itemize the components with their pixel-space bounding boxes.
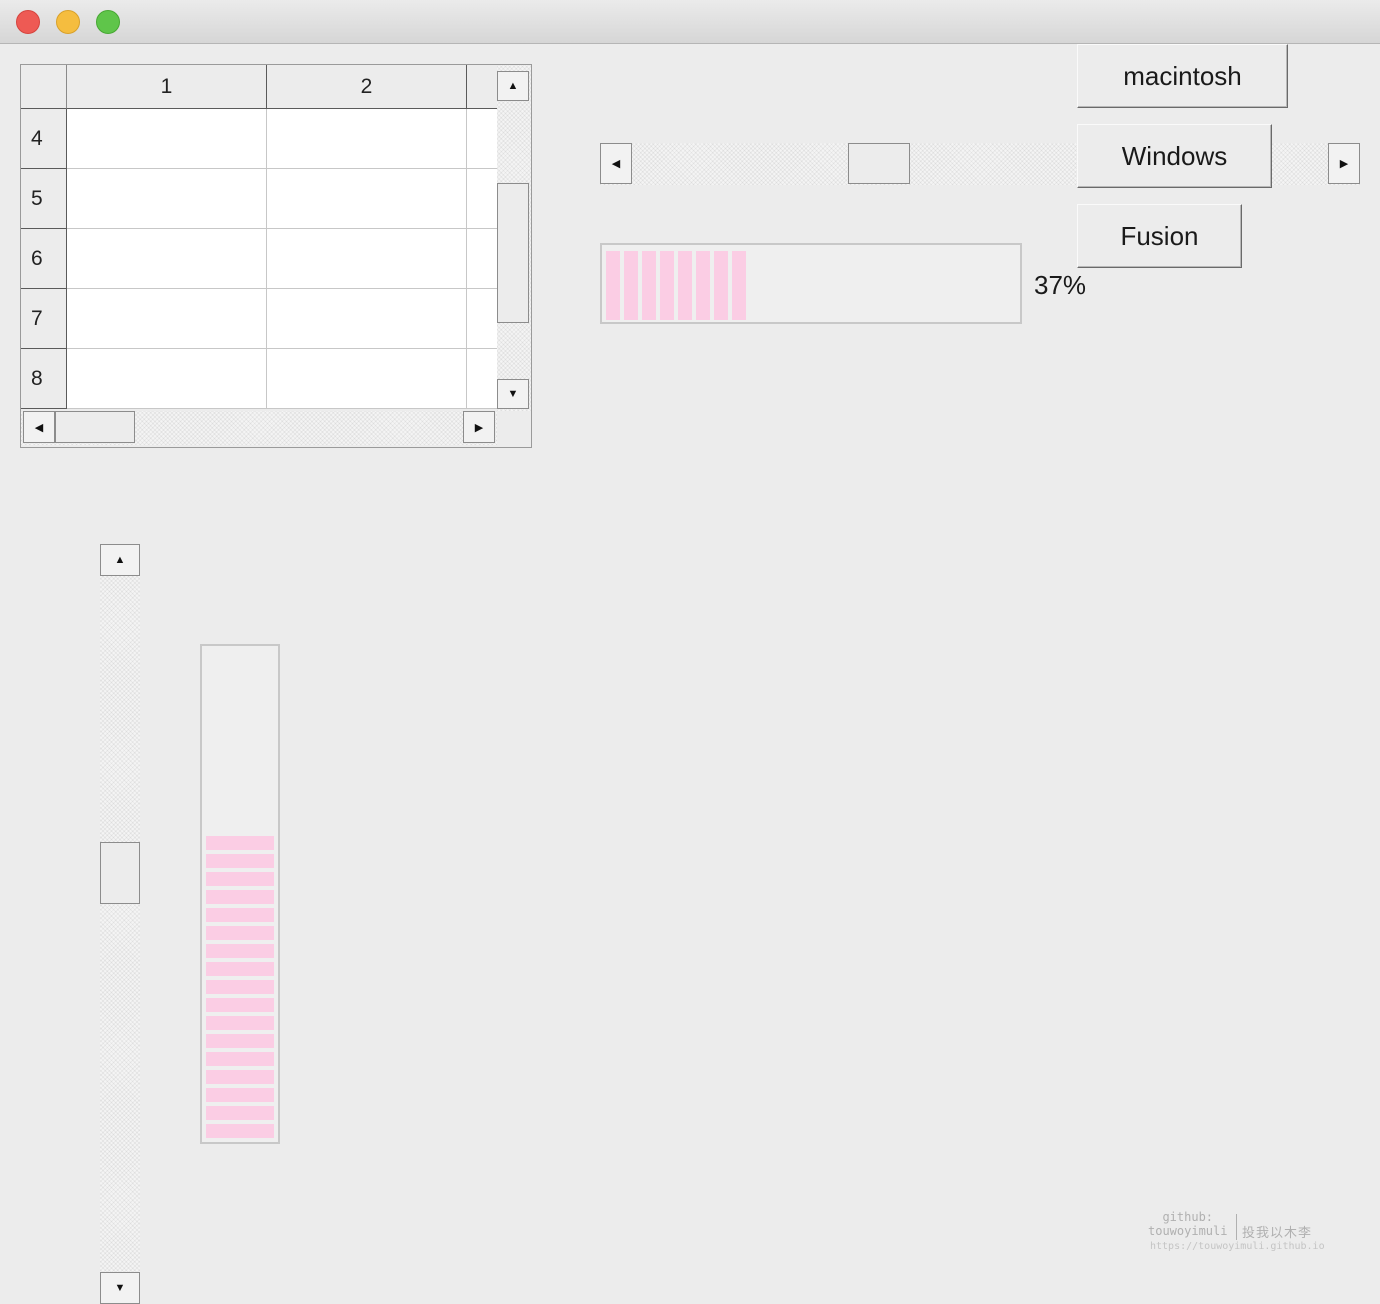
table-vertical-scroll-thumb[interactable] xyxy=(497,183,529,323)
watermark-line2: touwoyimuli xyxy=(1148,1224,1228,1238)
progress-chunk xyxy=(206,944,274,958)
progress-chunk xyxy=(696,251,710,320)
windows-style-button[interactable]: Windows xyxy=(1077,124,1272,188)
progress-chunk xyxy=(206,1070,274,1084)
progress-chunk xyxy=(206,908,274,922)
progress-chunk xyxy=(206,1016,274,1030)
window-titlebar xyxy=(0,0,1380,44)
table-cell[interactable] xyxy=(267,229,467,289)
progress-chunk xyxy=(206,890,274,904)
progress-chunk xyxy=(206,998,274,1012)
table-widget[interactable]: 1 2 4 5 6 7 8 ▲ ▼ ◀ ▶ xyxy=(20,64,532,448)
progress-chunk xyxy=(606,251,620,320)
macintosh-style-button[interactable]: macintosh xyxy=(1077,44,1288,108)
row-header-5[interactable]: 5 xyxy=(21,169,67,229)
vertical-scrollbar[interactable]: ▲ ▼ xyxy=(100,544,140,1304)
progress-chunk xyxy=(660,251,674,320)
scroll-right-arrow-icon[interactable]: ▶ xyxy=(463,411,495,443)
progress-chunk xyxy=(206,872,274,886)
progress-chunk xyxy=(732,251,746,320)
scroll-left-arrow-icon[interactable]: ◀ xyxy=(23,411,55,443)
progress-chunk xyxy=(206,1034,274,1048)
table-cell[interactable] xyxy=(67,109,267,169)
watermark-motto: 投我以木李 xyxy=(1242,1226,1313,1241)
table-cell[interactable] xyxy=(267,289,467,349)
scroll-up-arrow-icon[interactable]: ▲ xyxy=(100,544,140,576)
progress-chunk xyxy=(206,854,274,868)
row-header-8[interactable]: 8 xyxy=(21,349,67,409)
progress-percent-label: 37% xyxy=(1034,270,1087,300)
progress-chunk xyxy=(714,251,728,320)
horizontal-scroll-thumb[interactable] xyxy=(848,143,910,184)
table-horizontal-scrollbar[interactable]: ◀ ▶ xyxy=(21,411,497,445)
table-horizontal-scroll-thumb[interactable] xyxy=(55,411,135,443)
scroll-down-arrow-icon[interactable]: ▼ xyxy=(100,1272,140,1304)
column-header-2[interactable]: 2 xyxy=(267,65,467,109)
watermark-author: github: touwoyimuli xyxy=(1148,1210,1227,1238)
watermark: github: touwoyimuli 投我以木李 https://touwoy… xyxy=(1148,1210,1328,1260)
close-window-button[interactable] xyxy=(16,10,40,34)
progress-chunk xyxy=(642,251,656,320)
progress-chunk xyxy=(206,1124,274,1138)
progress-chunk xyxy=(206,926,274,940)
table-corner-button[interactable] xyxy=(21,65,67,109)
progress-chunk xyxy=(624,251,638,320)
progress-chunk xyxy=(206,962,274,976)
column-header-1[interactable]: 1 xyxy=(67,65,267,109)
table-cell[interactable] xyxy=(67,289,267,349)
row-header-4[interactable]: 4 xyxy=(21,109,67,169)
table-cell[interactable] xyxy=(67,349,267,409)
row-header-7[interactable]: 7 xyxy=(21,289,67,349)
progress-chunk xyxy=(206,836,274,850)
table-cell[interactable] xyxy=(67,169,267,229)
progress-chunk xyxy=(206,980,274,994)
progress-chunk xyxy=(678,251,692,320)
table-vertical-scrollbar[interactable]: ▲ ▼ xyxy=(497,65,531,411)
progress-chunk xyxy=(206,1106,274,1120)
progress-chunk xyxy=(206,1088,274,1102)
scroll-right-arrow-icon[interactable]: ▶ xyxy=(1328,143,1360,184)
maximize-window-button[interactable] xyxy=(96,10,120,34)
table-cell[interactable] xyxy=(267,349,467,409)
table-cell[interactable] xyxy=(67,229,267,289)
watermark-url: https://touwoyimuli.github.io xyxy=(1150,1241,1325,1252)
minimize-window-button[interactable] xyxy=(56,10,80,34)
vertical-progress-bar xyxy=(200,644,280,1144)
fusion-style-button[interactable]: Fusion xyxy=(1077,204,1242,268)
scroll-left-arrow-icon[interactable]: ◀ xyxy=(600,143,632,184)
progress-chunk xyxy=(206,1052,274,1066)
scroll-up-arrow-icon[interactable]: ▲ xyxy=(497,71,529,101)
watermark-divider xyxy=(1236,1214,1237,1240)
scroll-down-arrow-icon[interactable]: ▼ xyxy=(497,379,529,409)
table-cell[interactable] xyxy=(267,109,467,169)
table-cell[interactable] xyxy=(267,169,467,229)
horizontal-progress-bar xyxy=(600,243,1022,324)
watermark-line1: github: xyxy=(1162,1210,1214,1224)
row-header-6[interactable]: 6 xyxy=(21,229,67,289)
vertical-scroll-thumb[interactable] xyxy=(100,842,140,904)
